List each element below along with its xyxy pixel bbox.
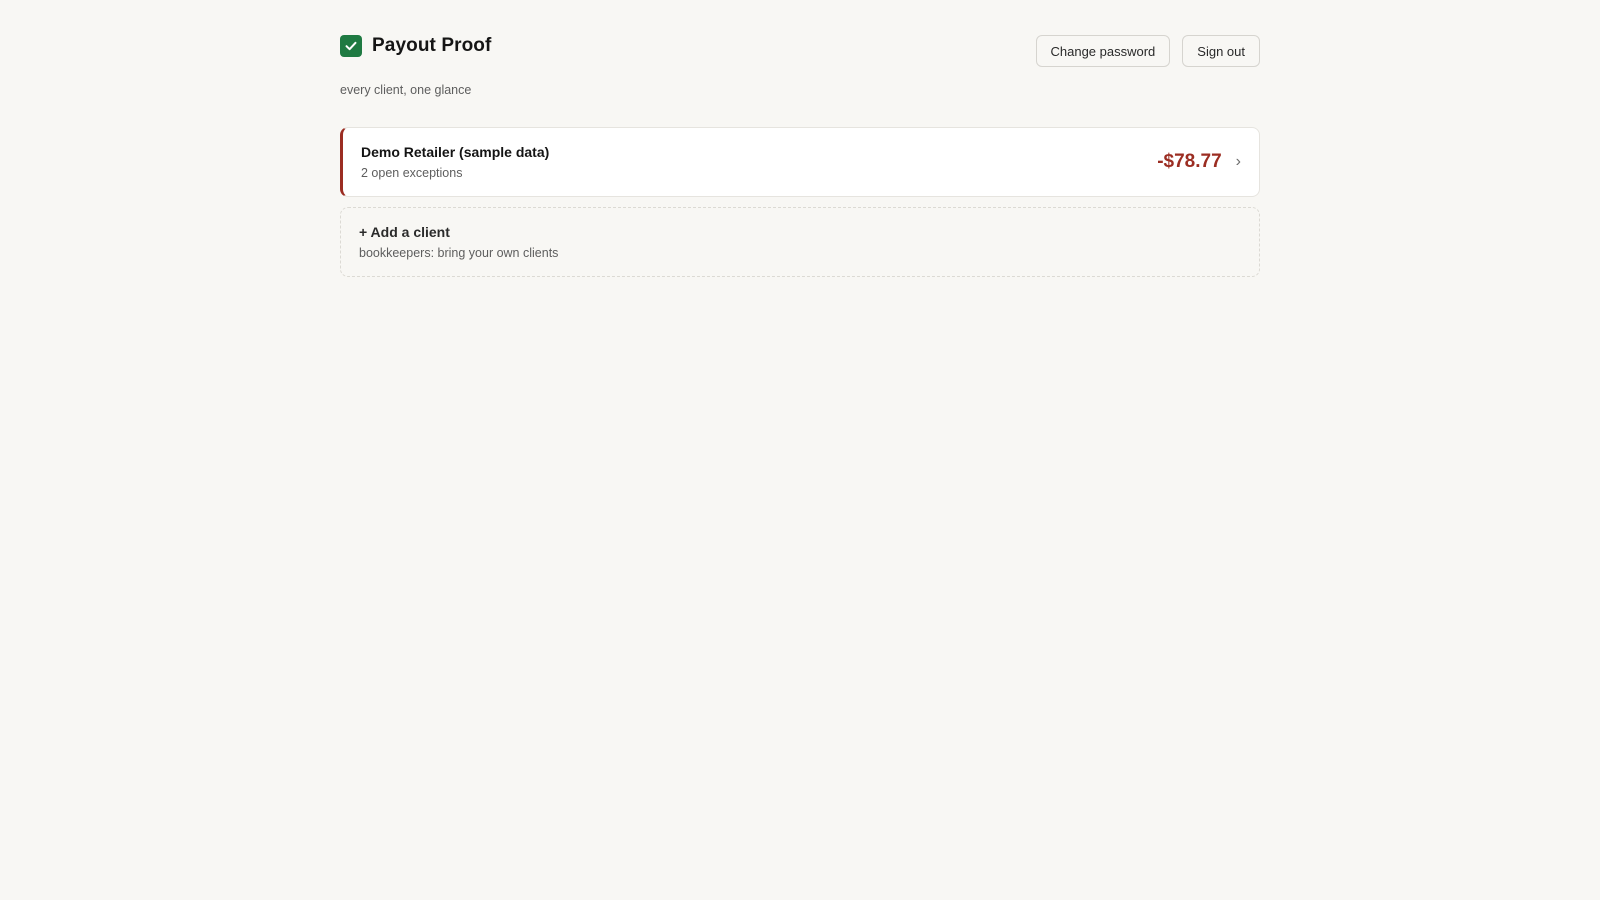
client-balance: -$78.77 — [1157, 151, 1222, 172]
header-actions: Change password Sign out — [1035, 35, 1260, 67]
client-info: Demo Retailer (sample data) 2 open excep… — [361, 144, 549, 180]
client-name: Demo Retailer (sample data) — [361, 144, 550, 160]
add-client-title: + Add a client — [359, 224, 450, 240]
client-status: 2 open exceptions — [361, 166, 463, 180]
client-summary: -$78.77 › — [1157, 151, 1241, 173]
change-password-button[interactable]: Change password — [1035, 35, 1171, 67]
sign-out-button[interactable]: Sign out — [1182, 35, 1260, 67]
header: Payout Proof every client, one glance Ch… — [340, 35, 1260, 125]
client-card[interactable]: Demo Retailer (sample data) 2 open excep… — [340, 127, 1260, 197]
brand: Payout Proof — [340, 35, 491, 57]
chevron-right-icon: › — [1235, 153, 1241, 170]
dashboard-page: Payout Proof every client, one glance Ch… — [340, 0, 1260, 277]
app-title: Payout Proof — [372, 35, 492, 56]
tagline: every client, one glance — [340, 83, 472, 97]
add-client-subtitle: bookkeepers: bring your own clients — [359, 246, 559, 260]
checkbox-logo-icon — [340, 35, 362, 57]
add-client-button[interactable]: + Add a client bookkeepers: bring your o… — [340, 207, 1260, 277]
